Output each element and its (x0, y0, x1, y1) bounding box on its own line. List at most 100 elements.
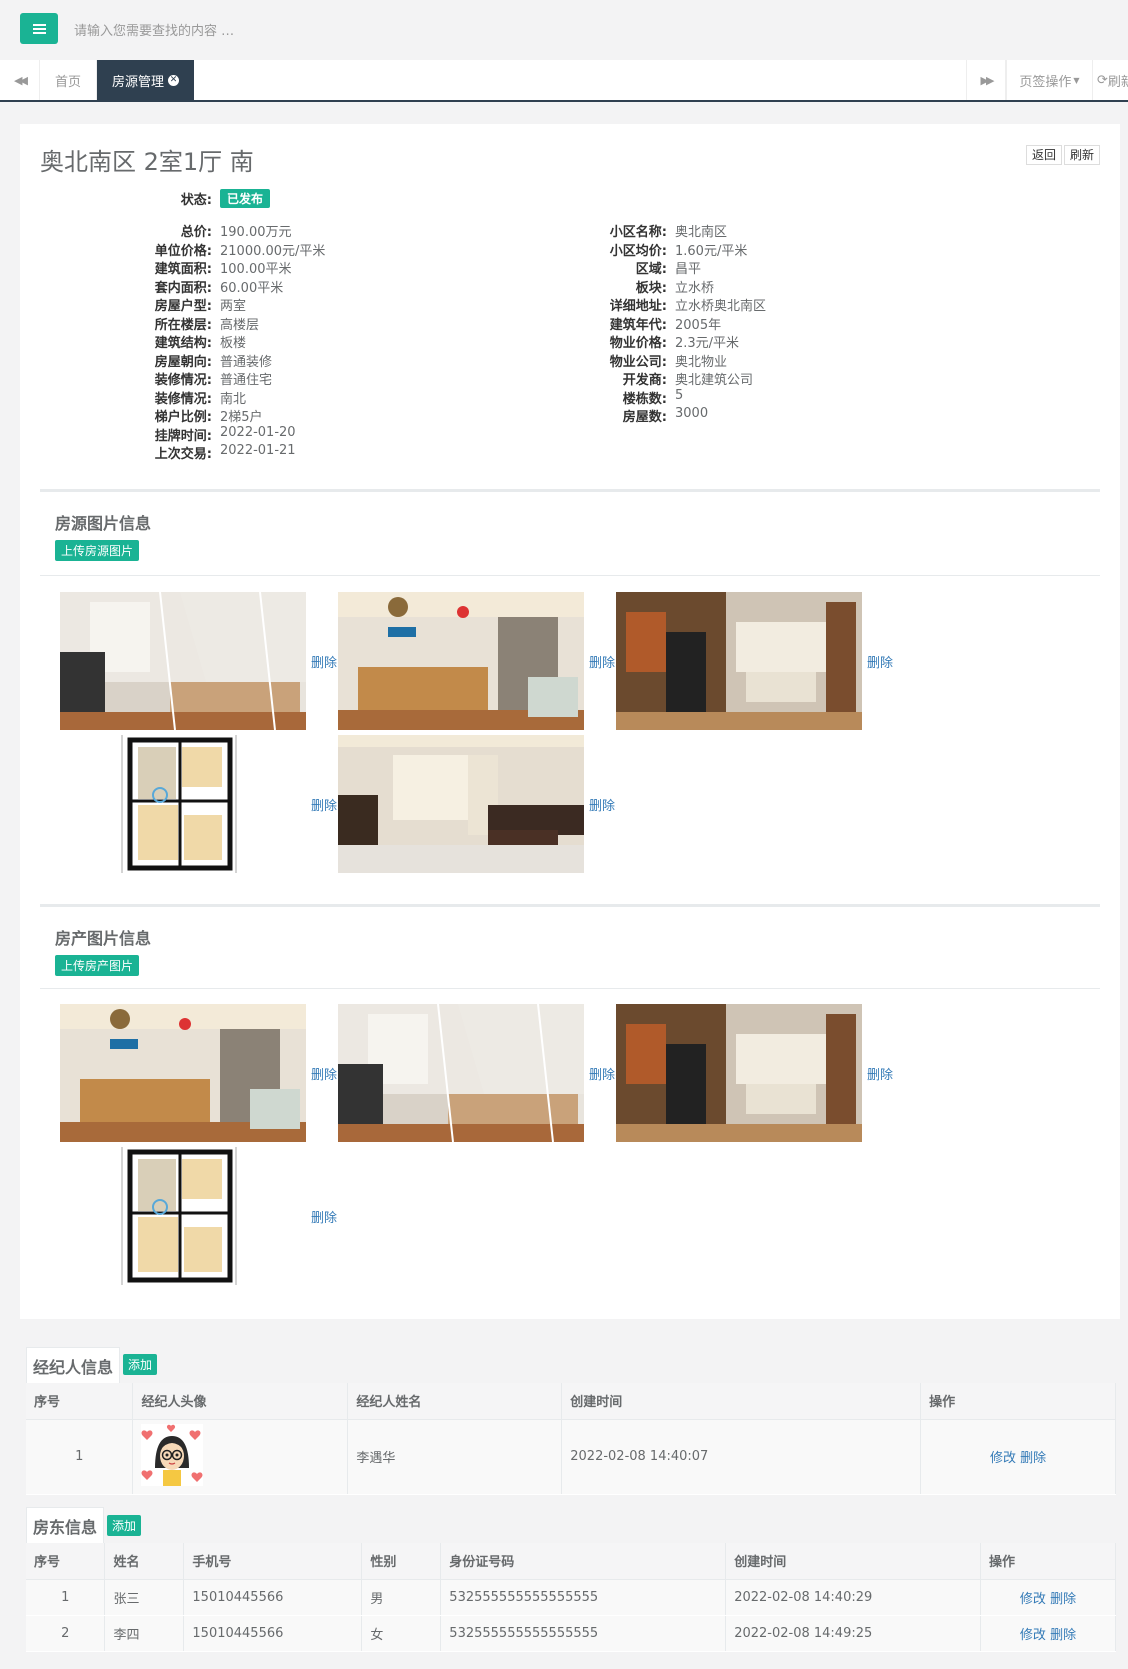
status-badge: 已发布 (220, 189, 271, 208)
house-photo[interactable] (616, 1004, 862, 1142)
section-divider (40, 904, 1100, 907)
field-label: 装修情况: (154, 391, 212, 407)
house-detail-card: 奥北南区 2室1厅 南 返回 刷新 状态: 已发布 总价: 190.00万元 单位价… (20, 124, 1120, 1319)
field-value: 2梯5户 (220, 410, 263, 425)
top-navbar: 请输入您需要查找的内容 … (0, 0, 1128, 60)
field-label: 所在楼层: (154, 317, 212, 333)
field-label: 板块: (635, 280, 667, 296)
close-icon[interactable]: ✕ (168, 74, 179, 86)
tab-ops-label: 页签操作 (1019, 74, 1072, 90)
field-label: 套内面积: (154, 280, 212, 296)
landlord-index: 2 (26, 1615, 106, 1652)
field-value: 2022-01-20 (220, 424, 296, 440)
field-value: 奥北建筑公司 (675, 373, 754, 388)
field-value: 5 (675, 387, 684, 403)
field-label: 房屋户型: (154, 299, 212, 314)
delete-landlord-link[interactable]: 删除 (1050, 1628, 1076, 1643)
field-label: 开发商: (622, 373, 667, 388)
house-photo[interactable] (616, 592, 862, 730)
tab-house-management[interactable]: 房源管理 ✕ (97, 60, 194, 100)
field-value: 普通住宅 (220, 373, 273, 388)
field-label: 区域: (635, 262, 667, 277)
landlord-id-card: 532555555555555555 (440, 1615, 727, 1652)
field-value: 两室 (220, 299, 247, 314)
field-label: 物业价格: (609, 336, 667, 351)
landlord-index: 1 (26, 1579, 106, 1616)
tab-home-label: 首页 (55, 74, 82, 90)
column-header: 操作 (980, 1543, 1116, 1580)
landlord-gender: 男 (361, 1579, 442, 1616)
tab-bar: ◀◀ 首页 房源管理 ✕ ▶▶ 页签操作▼ ⟳刷新 (0, 60, 1128, 102)
field-label: 总价: (180, 225, 212, 240)
delete-photo-link[interactable]: 删除 (311, 1207, 337, 1226)
edit-landlord-link[interactable]: 修改 (1020, 1592, 1046, 1607)
field-label: 房屋数: (622, 410, 667, 425)
field-label: 房屋朝向: (154, 354, 212, 370)
house-photo[interactable] (338, 1004, 584, 1142)
house-photo[interactable] (60, 1147, 306, 1285)
add-agent-button[interactable]: 添加 (123, 1354, 158, 1375)
avatar (141, 1423, 204, 1486)
search-input[interactable]: 请输入您需要查找的内容 … (74, 20, 234, 39)
field-label: 建筑结构: (154, 336, 212, 351)
field-label: 小区名称: (609, 225, 667, 240)
agent-table: 序号 经纪人头像 经纪人姓名 创建时间 操作 1 李遇华 2022-02-08 … (26, 1383, 1116, 1495)
field-value: 2005年 (675, 317, 722, 333)
delete-agent-link[interactable]: 删除 (1020, 1451, 1046, 1466)
landlord-created-time: 2022-02-08 14:49:25 (725, 1615, 982, 1652)
house-photo[interactable] (338, 735, 584, 873)
delete-photo-link[interactable]: 删除 (311, 795, 337, 814)
tab-operations-dropdown[interactable]: 页签操作 ▼ (1006, 60, 1092, 100)
field-label: 建筑面积: (154, 262, 212, 277)
landlord-actions: 修改 删除 (980, 1579, 1116, 1616)
tab-scroll-right-icon[interactable]: ▶▶ (966, 60, 1006, 100)
tab-scroll-left-icon[interactable]: ◀◀ (0, 60, 40, 100)
delete-photo-link[interactable]: 删除 (867, 652, 893, 671)
edit-landlord-link[interactable]: 修改 (1020, 1628, 1046, 1643)
column-header: 经纪人头像 (132, 1383, 349, 1420)
delete-photo-link[interactable]: 删除 (589, 795, 615, 814)
tab-home[interactable]: 首页 (40, 60, 97, 100)
landlord-gender: 女 (361, 1615, 442, 1652)
field-label: 上次交易: (154, 447, 212, 462)
tab-refresh-button[interactable]: ⟳刷新 (1092, 60, 1128, 100)
refresh-button[interactable]: 刷新 (1063, 145, 1100, 165)
upload-listing-photo-button[interactable]: 上传房源图片 (55, 540, 140, 561)
house-photo[interactable] (60, 1004, 306, 1142)
house-photo[interactable] (60, 592, 306, 730)
column-header: 序号 (26, 1383, 134, 1420)
delete-photo-link[interactable]: 删除 (589, 652, 615, 671)
agent-actions: 修改 删除 (920, 1419, 1116, 1495)
agent-created-time: 2022-02-08 14:40:07 (561, 1419, 922, 1495)
field-value: 南北 (220, 391, 247, 407)
field-value: 高楼层 (220, 317, 260, 333)
field-label: 挂牌时间: (154, 428, 212, 444)
delete-landlord-link[interactable]: 删除 (1050, 1592, 1076, 1607)
add-landlord-button[interactable]: 添加 (107, 1515, 142, 1536)
field-value: 2.3元/平米 (675, 336, 740, 351)
house-photo[interactable] (60, 735, 306, 873)
field-value: 60.00平米 (220, 280, 284, 296)
column-header: 性别 (361, 1543, 442, 1580)
menu-toggle-button[interactable] (20, 13, 58, 44)
delete-photo-link[interactable]: 删除 (311, 652, 337, 671)
status-label: 状态: (180, 193, 212, 208)
agent-panel-title: 经纪人信息 (26, 1347, 121, 1383)
landlord-actions: 修改 删除 (980, 1615, 1116, 1652)
delete-photo-link[interactable]: 删除 (867, 1064, 893, 1083)
listing-photos-title: 房源图片信息 (55, 514, 152, 533)
back-button[interactable]: 返回 (1025, 145, 1062, 165)
field-label: 详细地址: (609, 299, 667, 314)
delete-photo-link[interactable]: 删除 (589, 1064, 615, 1083)
field-value: 奥北南区 (675, 225, 728, 240)
house-photo[interactable] (338, 592, 584, 730)
field-label: 装修情况: (154, 373, 212, 388)
hamburger-icon (32, 27, 46, 30)
upload-property-photo-button[interactable]: 上传房产图片 (55, 955, 140, 976)
delete-photo-link[interactable]: 删除 (311, 1064, 337, 1083)
field-value: 普通装修 (220, 354, 273, 370)
field-label: 小区均价: (609, 243, 667, 259)
edit-agent-link[interactable]: 修改 (990, 1451, 1016, 1466)
field-label: 物业公司: (609, 354, 667, 370)
column-header: 操作 (920, 1383, 1116, 1420)
